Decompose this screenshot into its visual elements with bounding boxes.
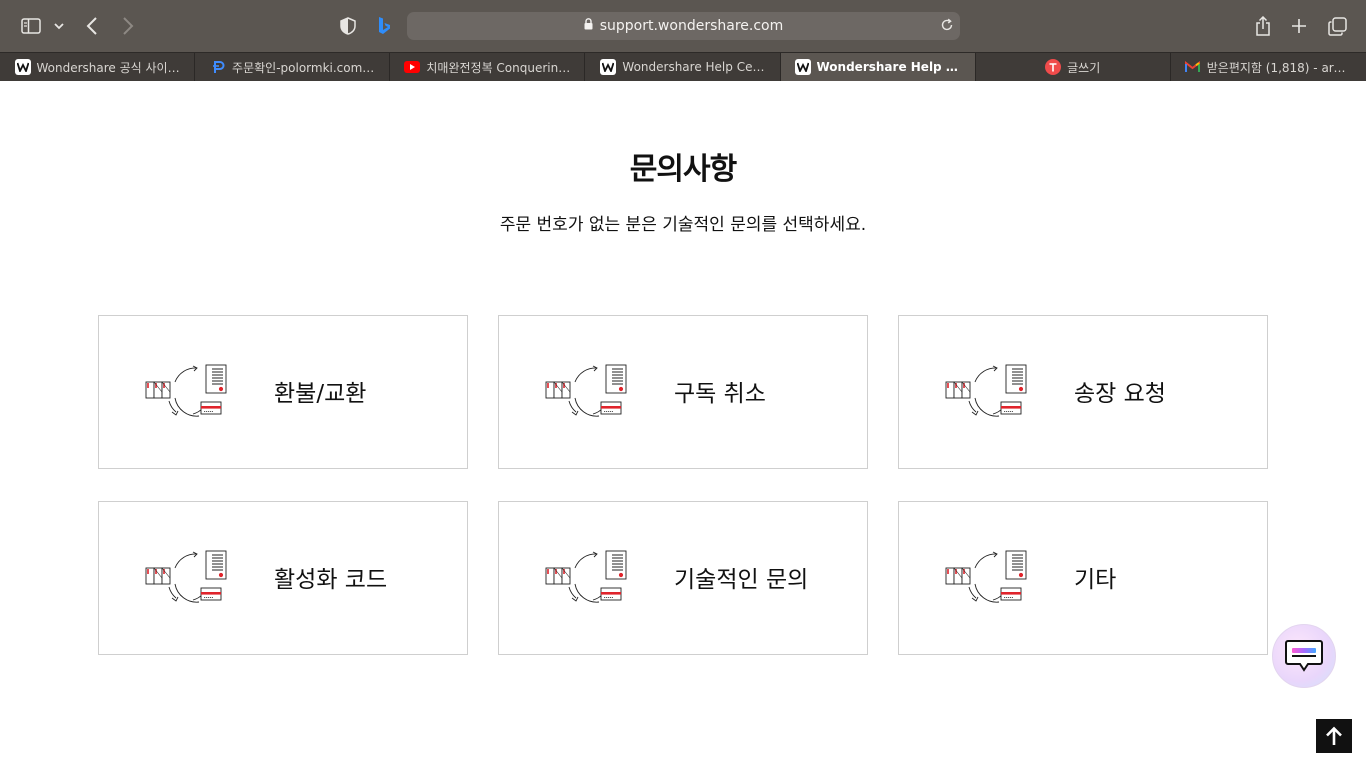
chevron-down-icon[interactable] — [52, 12, 66, 40]
card-label: 기술적인 문의 — [674, 567, 809, 593]
inquiry-card-invoice-request[interactable]: 송장 요청 — [898, 315, 1268, 469]
browser-tab[interactable]: 치매완전정복 Conquerin… — [390, 53, 586, 81]
privacy-shield-icon[interactable] — [339, 12, 357, 40]
sidebar-toggle-icon[interactable] — [20, 12, 42, 40]
card-label: 송장 요청 — [1074, 381, 1166, 407]
browser-toolbar: support.wondershare.com — [0, 0, 1366, 52]
inquiry-card-cancel-subscription[interactable]: 구독 취소 — [498, 315, 868, 469]
card-label: 기타 — [1074, 567, 1117, 593]
wondershare-icon — [14, 59, 31, 75]
wondershare-icon — [794, 59, 811, 75]
browser-tab[interactable]: 글쓰기 — [976, 53, 1171, 81]
share-icon[interactable] — [1254, 12, 1272, 40]
forward-arrow-icon[interactable] — [120, 12, 136, 40]
new-tab-icon[interactable] — [1290, 12, 1308, 40]
lock-icon — [584, 18, 593, 34]
chat-support-button[interactable] — [1272, 624, 1336, 688]
tab-label: Wondershare 공식 사이… — [36, 60, 180, 75]
scroll-to-top-button[interactable] — [1316, 719, 1352, 753]
address-bar[interactable]: support.wondershare.com — [407, 12, 960, 40]
back-arrow-icon[interactable] — [84, 12, 100, 40]
bing-icon[interactable] — [375, 12, 393, 40]
reload-icon[interactable] — [940, 18, 954, 36]
tab-strip: Wondershare 공식 사이… 주문확인-polormki.com… 치매… — [0, 52, 1366, 81]
inquiry-card-other[interactable]: 기타 — [898, 501, 1268, 655]
url-text: support.wondershare.com — [599, 18, 784, 34]
card-label: 환불/교환 — [274, 381, 367, 407]
tab-label: 치매완전정복 Conquerin… — [426, 60, 571, 75]
tab-label: Wondershare Help Ce… — [622, 60, 765, 74]
youtube-icon — [404, 59, 421, 75]
inquiry-card-technical[interactable]: 기술적인 문의 — [498, 501, 868, 655]
tab-overview-icon[interactable] — [1327, 12, 1347, 40]
card-label: 활성화 코드 — [274, 567, 388, 593]
browser-tab[interactable]: 받은편지함 (1,818) - arm… — [1171, 53, 1366, 81]
inquiry-card-activation-code[interactable]: 활성화 코드 — [98, 501, 468, 655]
tab-label: 받은편지함 (1,818) - arm… — [1206, 60, 1352, 75]
browser-tab[interactable]: Wondershare 공식 사이… — [0, 53, 196, 81]
other-illustration-icon — [945, 550, 1027, 603]
browser-tab[interactable]: 주문확인-polormki.com… — [195, 53, 391, 81]
invoice-illustration-icon — [945, 364, 1027, 417]
card-label: 구독 취소 — [674, 381, 766, 407]
browser-tab-active[interactable]: Wondershare Help Ce… — [780, 53, 976, 81]
page-subtitle: 주문 번호가 없는 분은 기술적인 문의를 선택하세요. — [499, 215, 867, 235]
polormki-icon — [210, 59, 226, 75]
arrow-up-icon — [1326, 726, 1342, 745]
browser-tab[interactable]: Wondershare Help Ce… — [585, 53, 781, 81]
subscription-illustration-icon — [545, 364, 627, 417]
activation-illustration-icon — [145, 550, 227, 603]
technical-illustration-icon — [545, 550, 627, 603]
page-title: 문의사항 — [629, 152, 737, 187]
inquiry-card-refund[interactable]: 환불/교환 — [98, 315, 468, 469]
tab-label: 글쓰기 — [1067, 60, 1101, 75]
gmail-icon — [1185, 59, 1201, 75]
tistory-icon — [1045, 59, 1062, 75]
refund-exchange-illustration-icon — [145, 364, 227, 417]
chat-bubble-icon — [1285, 640, 1323, 672]
wondershare-icon — [600, 59, 617, 75]
tab-label: Wondershare Help Ce… — [816, 60, 961, 74]
tab-label: 주문확인-polormki.com… — [232, 60, 375, 75]
